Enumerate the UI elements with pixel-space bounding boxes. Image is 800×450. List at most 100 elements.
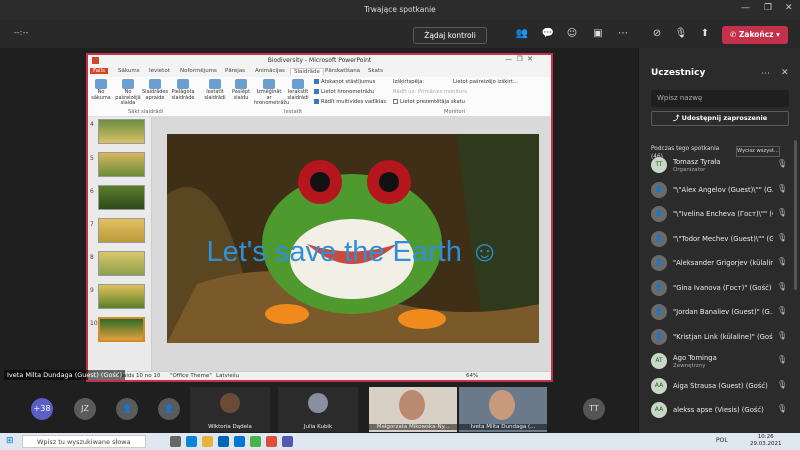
resolution-select[interactable]: Lietot pašreizējo izšķirt... <box>453 79 518 85</box>
participant-row[interactable]: 👤 "\"Todor Mechev (Guest)\"" (G... 🎙 <box>651 229 796 249</box>
monitor-select[interactable]: Primārais monitors <box>418 89 467 95</box>
windows-start-icon[interactable]: ⊞ <box>6 436 14 446</box>
taskbar-clock[interactable]: 10:26 29.03.2021 <box>750 434 782 448</box>
participant-name: "Aleksander Grigorjev (külalin... <box>673 259 773 267</box>
participant-name: Julia Kubik <box>303 424 333 430</box>
task-view-icon[interactable] <box>170 436 181 447</box>
ribbon-from-current-button[interactable]: No pašreizējā slaida <box>115 79 141 107</box>
person-icon[interactable]: 👤 <box>158 398 180 420</box>
check-media-controls[interactable]: Rādīt multivides vadīklas <box>314 99 386 105</box>
check-presenter-view[interactable]: Lietot prezentētāja skatu <box>393 99 465 105</box>
participant-video-tile[interactable]: Iveta Milta Dundaga (... <box>459 387 547 432</box>
maximize-button[interactable]: ❐ <box>764 3 772 13</box>
close-panel-icon[interactable]: ✕ <box>781 68 789 78</box>
mic-muted-icon[interactable]: 🎙 <box>777 257 787 266</box>
check-narrations[interactable]: Atskaņot stāstījumus <box>314 79 375 85</box>
participant-video-tile[interactable]: Małgorzata Mikowska-Ny... <box>369 387 457 432</box>
participant-avatar[interactable]: TT <box>583 398 605 420</box>
more-actions-icon[interactable]: ⋯ <box>615 27 631 41</box>
mic-muted-icon[interactable]: 🎙 <box>777 233 787 242</box>
minimize-button[interactable]: — <box>741 3 750 13</box>
check-timings[interactable]: Lietot hronometrāžu <box>314 89 374 95</box>
slide-thumbnail-selected[interactable] <box>98 317 145 342</box>
ppt-tab-home[interactable]: Sākums <box>118 68 140 74</box>
ppt-tab-view[interactable]: Skats <box>368 68 383 74</box>
participant-search-input[interactable]: Wpisz nazwę <box>651 90 789 107</box>
ppt-window-controls[interactable]: — ❐ ✕ <box>505 55 533 63</box>
slide-thumbnail[interactable] <box>98 284 145 309</box>
participant-row[interactable]: 👤 "\"Ivelina Encheva (Гост)\"" (G... 🎙 <box>651 204 796 224</box>
ppt-tab-insert[interactable]: Ievietot <box>149 68 170 74</box>
participant-row[interactable]: 👤 "Aleksander Grigorjev (külalin... 🎙 <box>651 253 796 273</box>
mic-muted-icon[interactable]: 🎙 <box>777 282 787 291</box>
participant-row[interactable]: 👤 "Kristjan Link (külaline)" (Gość) 🎙 <box>651 327 796 347</box>
language-indicator[interactable]: POL <box>716 437 728 444</box>
share-invite-button[interactable]: ⤴ Udostępnij zaproszenie <box>651 111 789 126</box>
camera-off-icon[interactable]: ⊘ <box>649 27 665 41</box>
taskbar-search-input[interactable]: Wpisz tu wyszukiwane słowa <box>22 435 146 448</box>
request-control-button[interactable]: Żądaj kontroli <box>413 27 487 44</box>
person-icon[interactable]: 👤 <box>116 398 138 420</box>
close-window-button[interactable]: ✕ <box>785 3 793 13</box>
chrome-icon[interactable] <box>250 436 261 447</box>
participant-row[interactable]: AA Aiga Štrausa (Guest) (Gość) 🎙 <box>651 376 796 396</box>
participants-icon[interactable]: 👥 <box>514 27 530 41</box>
mic-muted-icon[interactable]: 🎙 <box>777 331 787 340</box>
slide-thumbnail[interactable] <box>98 152 145 177</box>
participant-tile[interactable]: Julia Kubik <box>278 387 358 432</box>
more-participants-badge[interactable]: +38 <box>31 398 53 420</box>
ribbon-broadcast-button[interactable]: Slaidrādes apraide <box>142 79 168 101</box>
reactions-icon[interactable]: ☺ <box>564 27 580 41</box>
participant-row[interactable]: AT Ago Tominga Zewnętrzny 🎙 <box>651 351 796 371</box>
participant-row[interactable]: 👤 "Jordan Banaliev (Guest)" (G... 🎙 <box>651 302 796 322</box>
mail-icon[interactable] <box>234 436 245 447</box>
ppt-tab-review[interactable]: Pārskatīšana <box>325 68 360 74</box>
ribbon-record-button[interactable]: Ierakstīt slaidrādi <box>285 79 311 101</box>
ribbon-setup-button[interactable]: Iestatīt slaidrādi <box>202 79 228 101</box>
current-slide[interactable]: Let's save the Earth ☺ <box>167 134 539 343</box>
slide-thumbnail[interactable] <box>98 251 145 276</box>
more-options-icon[interactable]: ⋯ <box>761 69 770 79</box>
store-icon[interactable] <box>218 436 229 447</box>
status-zoom[interactable]: 64% <box>466 373 478 379</box>
chat-icon[interactable]: 💬 <box>540 27 556 41</box>
participant-row[interactable]: TT Tomasz Tyrała Organizator 🎙 <box>651 155 796 175</box>
mic-muted-icon[interactable]: 🎙 <box>777 184 787 193</box>
setup-icon <box>209 79 221 89</box>
avatar: 👤 <box>651 304 667 320</box>
slide-thumbnail[interactable] <box>98 218 145 243</box>
participant-row[interactable]: 👤 "\"Alex Angelov (Guest)\"" (G... 🎙 <box>651 180 796 200</box>
share-screen-icon[interactable]: ⬆ <box>697 27 713 41</box>
end-call-button[interactable]: ✆ Zakończ ▾ <box>722 26 788 44</box>
participant-avatar[interactable]: JZ <box>74 398 96 420</box>
mic-muted-icon[interactable]: 🎙 <box>777 355 787 364</box>
mic-muted-icon[interactable]: 🎙 <box>777 159 787 168</box>
ppt-tab-animations[interactable]: Animācijas <box>255 68 285 74</box>
mic-off-icon[interactable]: 🎙 <box>673 27 689 41</box>
app-icon[interactable] <box>266 436 277 447</box>
resolution-label: Izšķirtspēja: <box>393 79 425 85</box>
participant-name: Ago Tominga <box>673 354 717 362</box>
slide-thumbnail[interactable] <box>98 185 145 210</box>
ribbon-rehearse-button[interactable]: Izmēģināt ar hronometrāžu <box>254 79 289 107</box>
edge-icon[interactable] <box>186 436 197 447</box>
ribbon-custom-show-button[interactable]: Pielāgota slaidrāde <box>170 79 196 101</box>
teams-icon[interactable] <box>282 436 293 447</box>
participant-row[interactable]: 👤 "Gina Ivanova (Гост)" (Gość) 🎙 <box>651 278 796 298</box>
mic-muted-icon[interactable]: 🎙 <box>777 306 787 315</box>
explorer-icon[interactable] <box>202 436 213 447</box>
rooms-icon[interactable]: ▣ <box>590 27 606 41</box>
ppt-tab-slideshow[interactable]: Slaidrāde <box>290 68 324 75</box>
slide-thumbnail[interactable] <box>98 119 145 144</box>
ppt-tab-file[interactable]: Fails <box>90 68 108 74</box>
mic-muted-icon[interactable]: 🎙 <box>777 380 787 389</box>
ppt-tab-design[interactable]: Noformējums <box>180 68 217 74</box>
ribbon-from-start-button[interactable]: No sākuma <box>88 79 114 101</box>
ppt-tab-transitions[interactable]: Pārejas <box>225 68 245 74</box>
mic-muted-icon[interactable]: 🎙 <box>777 208 787 217</box>
participant-tile[interactable]: Wiktoria Dądela <box>190 387 270 432</box>
ribbon-hide-slide-button[interactable]: Paslēpt slaidu <box>228 79 254 101</box>
participant-row[interactable]: AA alekss apse (Viesis) (Gość) 🎙 <box>651 400 796 420</box>
mic-muted-icon[interactable]: 🎙 <box>777 404 787 413</box>
record-icon <box>292 79 304 89</box>
